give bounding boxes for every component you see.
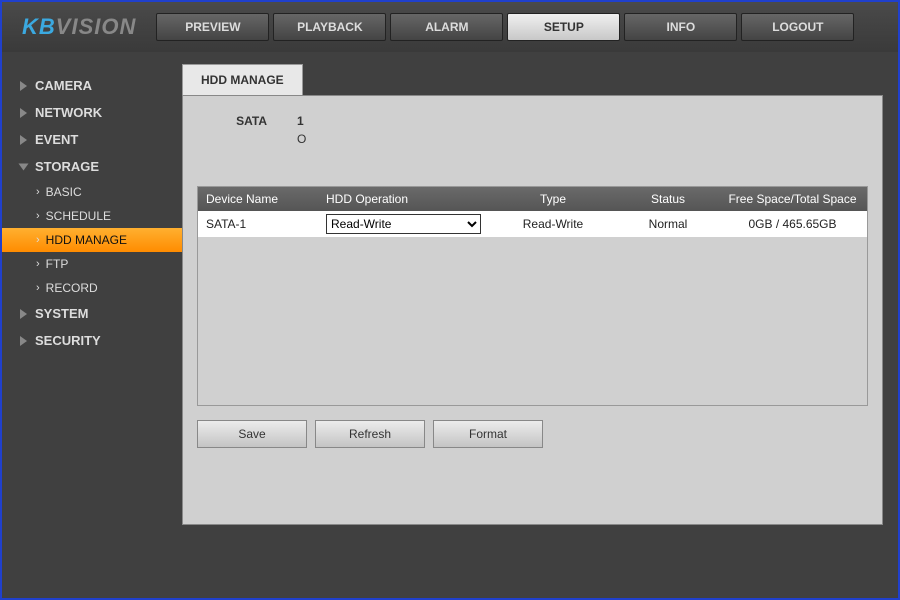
th-type: Type xyxy=(488,192,618,206)
sidebar-label: NETWORK xyxy=(35,105,102,120)
sidebar-sub-label: BASIC xyxy=(46,185,82,199)
tab-preview[interactable]: PREVIEW xyxy=(156,13,269,41)
sidebar-storage-sub: › BASIC › SCHEDULE › HDD MANAGE › FTP › RECOR… xyxy=(2,180,182,300)
sidebar-item-system[interactable]: SYSTEM xyxy=(2,300,182,327)
sidebar-sub-label: RECORD xyxy=(46,281,98,295)
sata-status-row: O xyxy=(197,132,868,146)
table-header: Device Name HDD Operation Type Status Fr… xyxy=(198,187,867,211)
chevron-right-icon xyxy=(20,108,27,118)
refresh-button[interactable]: Refresh xyxy=(315,420,425,448)
sidebar-item-security[interactable]: SECURITY xyxy=(2,327,182,354)
tab-playback[interactable]: PLAYBACK xyxy=(273,13,386,41)
panel-tab-hdd-manage[interactable]: HDD MANAGE xyxy=(182,64,303,95)
sata-row: SATA 1 xyxy=(197,114,868,128)
sidebar-label: CAMERA xyxy=(35,78,92,93)
hdd-table: Device Name HDD Operation Type Status Fr… xyxy=(197,186,868,406)
logo-vision: VISION xyxy=(56,14,137,40)
logo-kb: KB xyxy=(22,14,56,40)
tab-alarm[interactable]: ALARM xyxy=(390,13,503,41)
sata-label: SATA xyxy=(197,114,297,128)
sata-status-label xyxy=(197,132,297,146)
panel-tabs: HDD MANAGE xyxy=(182,64,883,95)
sidebar-item-network[interactable]: NETWORK xyxy=(2,99,182,126)
sidebar-sub-hdd-manage[interactable]: › HDD MANAGE xyxy=(2,228,182,252)
sidebar-sub-record[interactable]: › RECORD xyxy=(2,276,182,300)
button-row: Save Refresh Format xyxy=(197,420,868,448)
sata-index: 1 xyxy=(297,114,327,128)
sidebar-label: STORAGE xyxy=(35,159,99,174)
sidebar-item-camera[interactable]: CAMERA xyxy=(2,72,182,99)
td-device: SATA-1 xyxy=(198,217,318,231)
th-status: Status xyxy=(618,192,718,206)
sata-status: O xyxy=(297,132,327,146)
sidebar-sub-schedule[interactable]: › SCHEDULE xyxy=(2,204,182,228)
panel-body: SATA 1 O Device Name HDD Operation Type … xyxy=(182,95,883,525)
main-panel: HDD MANAGE SATA 1 O Device Name HDD Oper… xyxy=(182,52,898,598)
sidebar-item-storage[interactable]: STORAGE xyxy=(2,153,182,180)
chevron-right-icon: › xyxy=(36,186,40,198)
sidebar-sub-label: HDD MANAGE xyxy=(46,233,127,247)
sidebar-item-event[interactable]: EVENT xyxy=(2,126,182,153)
save-button[interactable]: Save xyxy=(197,420,307,448)
sidebar-label: SECURITY xyxy=(35,333,101,348)
chevron-right-icon xyxy=(20,336,27,346)
td-space: 0GB / 465.65GB xyxy=(718,217,867,231)
td-status: Normal xyxy=(618,217,718,231)
sidebar-label: EVENT xyxy=(35,132,78,147)
sidebar-sub-label: FTP xyxy=(46,257,69,271)
hdd-operation-select[interactable]: Read-Write xyxy=(326,214,481,234)
chevron-down-icon xyxy=(19,163,29,170)
sidebar-sub-label: SCHEDULE xyxy=(46,209,111,223)
format-button[interactable]: Format xyxy=(433,420,543,448)
sidebar-sub-ftp[interactable]: › FTP xyxy=(2,252,182,276)
chevron-right-icon xyxy=(20,81,27,91)
top-nav: PREVIEW PLAYBACK ALARM SETUP INFO LOGOUT xyxy=(156,13,854,41)
chevron-right-icon xyxy=(20,135,27,145)
th-device: Device Name xyxy=(198,192,318,206)
th-space: Free Space/Total Space xyxy=(718,192,867,206)
chevron-right-icon: › xyxy=(36,210,40,222)
th-operation: HDD Operation xyxy=(318,192,488,206)
sidebar: CAMERA NETWORK EVENT STORAGE › BASIC › SCH… xyxy=(2,52,182,598)
tab-info[interactable]: INFO xyxy=(624,13,737,41)
td-type: Read-Write xyxy=(488,217,618,231)
sidebar-label: SYSTEM xyxy=(35,306,88,321)
tab-logout[interactable]: LOGOUT xyxy=(741,13,854,41)
chevron-right-icon xyxy=(20,309,27,319)
sidebar-sub-basic[interactable]: › BASIC xyxy=(2,180,182,204)
app-header: KBVISION PREVIEW PLAYBACK ALARM SETUP IN… xyxy=(2,2,898,52)
chevron-right-icon: › xyxy=(36,282,40,294)
chevron-right-icon: › xyxy=(36,258,40,270)
table-row: SATA-1 Read-Write Read-Write Normal 0GB … xyxy=(198,211,867,237)
chevron-right-icon: › xyxy=(36,234,40,246)
tab-setup[interactable]: SETUP xyxy=(507,13,620,41)
logo: KBVISION xyxy=(22,14,136,40)
